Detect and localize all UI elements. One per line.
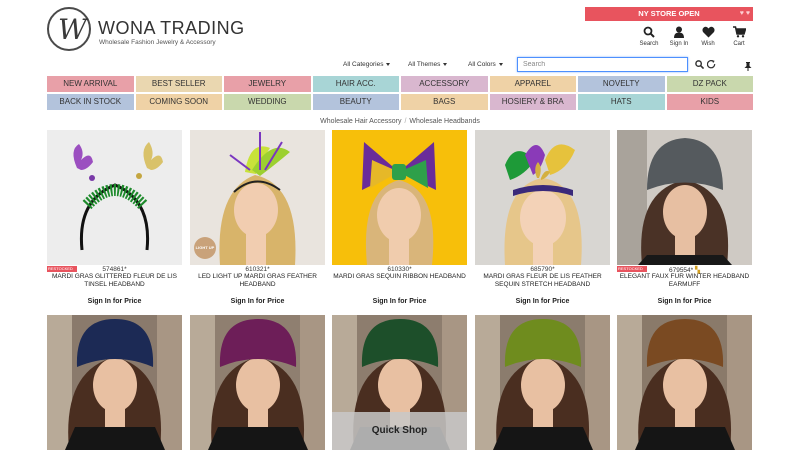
faux-fur-headband-model-image	[617, 130, 752, 265]
product-image[interactable]	[47, 130, 182, 265]
sign-in-price-link[interactable]: Sign In for Price	[475, 298, 610, 305]
sign-in-price-link[interactable]: Sign In for Price	[332, 298, 467, 305]
product-image[interactable]	[47, 315, 182, 450]
product-card[interactable]: 610330* MARDI GRAS SEQUIN RIBBON HEADBAN…	[332, 130, 467, 305]
sign-in-price-link[interactable]: Sign In for Price	[47, 298, 182, 305]
cart-icon	[732, 26, 746, 38]
nav-item-new-arrival[interactable]: NEW ARRIVAL	[47, 76, 134, 92]
product-image[interactable]	[332, 130, 467, 265]
product-card[interactable]: 685790* MARDI GRAS FLEUR DE LIS FEATHER …	[475, 130, 610, 305]
nav-item-novelty[interactable]: NOVELTY	[578, 76, 665, 92]
product-image[interactable]	[617, 130, 752, 265]
header-signin-button[interactable]: Sign In	[663, 26, 695, 47]
breadcrumb-current-headbands[interactable]: Wholesale Headbands	[409, 118, 479, 125]
product-image[interactable]: LIGHT UP	[190, 130, 325, 265]
product-card[interactable]: RESTOCKED 679554* ▚ ELEGANT FAUX FUR WIN…	[617, 130, 752, 305]
nav-item-kids[interactable]: KIDS	[666, 94, 753, 110]
light-up-badge: LIGHT UP	[194, 237, 216, 259]
quick-shop-button[interactable]: Quick Shop	[332, 412, 467, 450]
product-sku: 574861*	[102, 266, 127, 273]
brand-tagline: Wholesale Fashion Jewelry & Accessory	[99, 39, 216, 46]
nav-item-beauty[interactable]: BEAUTY	[312, 94, 399, 110]
chevron-down-icon	[498, 62, 503, 66]
product-sku: 610321*	[245, 266, 270, 273]
store-open-banner[interactable]: NY STORE OPEN ♥ ♥	[585, 7, 753, 21]
header-wish-button[interactable]: Wish	[692, 26, 724, 47]
breadcrumb-link-hair-accessory[interactable]: Wholesale Hair Accessory	[320, 118, 401, 125]
search-icon	[643, 26, 655, 38]
nav-item-best-seller[interactable]: BEST SELLER	[135, 76, 222, 92]
header-cart-button[interactable]: Cart	[723, 26, 755, 47]
tinsel-headband-image	[47, 130, 182, 265]
theme-filter-dropdown[interactable]: All Themes	[408, 61, 448, 68]
product-image[interactable]: Quick Shop	[332, 315, 467, 450]
fur-headband-model-image	[190, 315, 325, 450]
product-name[interactable]: ELEGANT FAUX FUR WINTER HEADBAND EARMUFF	[617, 273, 752, 289]
pin-icon[interactable]	[744, 62, 752, 71]
category-nav: NEW ARRIVAL BEST SELLER JEWELRY HAIR ACC. AC…	[47, 76, 753, 110]
product-name[interactable]: MARDI GRAS FLEUR DE LIS FEATHER SEQUIN S…	[475, 273, 610, 289]
user-icon	[674, 26, 684, 38]
sign-in-price-link[interactable]: Sign In for Price	[190, 298, 325, 305]
product-card[interactable]	[47, 315, 182, 450]
product-name[interactable]: MARDI GRAS SEQUIN RIBBON HEADBAND	[332, 273, 467, 281]
search-submit-icon[interactable]	[695, 60, 704, 69]
fur-headband-model-image	[617, 315, 752, 450]
brand-logo[interactable]: W WONA TRADING Wholesale Fashion Jewelry…	[47, 7, 244, 51]
product-card[interactable]	[190, 315, 325, 450]
breadcrumb: Wholesale Hair Accessory / Wholesale Headb…	[320, 118, 480, 125]
product-name[interactable]: LED LIGHT UP MARDI GRAS FEATHER HEADBAND	[190, 273, 325, 289]
product-image[interactable]	[190, 315, 325, 450]
nav-item-apparel[interactable]: APPAREL	[489, 76, 576, 92]
product-card[interactable]: Quick Shop	[332, 315, 467, 450]
refresh-icon[interactable]	[707, 60, 716, 69]
color-filter-dropdown[interactable]: All Colors	[468, 61, 503, 68]
fleur-de-lis-feather-headband-model-image	[475, 130, 610, 265]
fur-headband-model-image	[47, 315, 182, 450]
header-search-button[interactable]: Search	[633, 26, 665, 47]
nav-item-hats[interactable]: HATS	[578, 94, 665, 110]
chevron-down-icon	[443, 62, 448, 66]
nav-item-dz-pack[interactable]: DZ PACK	[666, 76, 753, 92]
product-card[interactable]: LIGHT UP 610321* LED LIGHT UP MARDI GRAS…	[190, 130, 325, 305]
product-card[interactable]	[617, 315, 752, 450]
product-name[interactable]: MARDI GRAS GLITTERED FLEUR DE LIS TINSEL…	[47, 273, 182, 289]
product-card[interactable]	[475, 315, 610, 450]
nav-item-accessory[interactable]: ACCESSORY	[401, 76, 488, 92]
product-image[interactable]	[475, 315, 610, 450]
category-filter-dropdown[interactable]: All Categories	[343, 61, 391, 68]
nav-item-wedding[interactable]: WEDDING	[224, 94, 311, 110]
product-image[interactable]	[617, 315, 752, 450]
logo-mark: W	[47, 7, 91, 51]
chevron-down-icon	[386, 62, 391, 66]
heart-icon	[701, 26, 715, 38]
product-sku: 685790*	[530, 266, 555, 273]
product-sku: 610330*	[387, 266, 412, 273]
product-image[interactable]	[475, 130, 610, 265]
search-input[interactable]	[517, 57, 688, 72]
nav-item-back-in-stock[interactable]: BACK IN STOCK	[47, 94, 134, 110]
sequin-bow-headband-model-image	[332, 130, 467, 265]
hearts-decoration-icon: ♥ ♥	[739, 10, 750, 17]
nav-item-jewelry[interactable]: JEWELRY	[224, 76, 311, 92]
brand-name: WONA TRADING	[98, 18, 245, 38]
product-card[interactable]: RESTOCKED 574861* MARDI GRAS GLITTERED F…	[47, 130, 182, 305]
nav-item-coming-soon[interactable]: COMING SOON	[135, 94, 222, 110]
fur-headband-model-image	[475, 315, 610, 450]
sign-in-price-link[interactable]: Sign In for Price	[617, 298, 752, 305]
nav-item-bags[interactable]: BAGS	[401, 94, 488, 110]
nav-item-hair-acc[interactable]: HAIR ACC.	[312, 76, 399, 92]
nav-item-hosiery-bra[interactable]: HOSIERY & BRA	[489, 94, 576, 110]
